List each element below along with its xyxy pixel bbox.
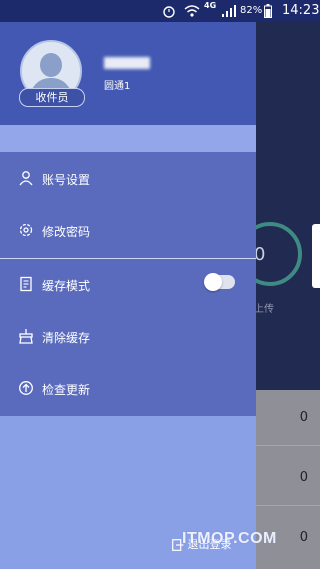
upload-label: 上传 (254, 304, 274, 315)
person-icon (19, 171, 33, 186)
drawer-menu: 账号设置 修改密码 缓存模式 清除缓存 检查更新 (0, 152, 256, 416)
menu-item-check-update[interactable]: 检查更新 (0, 362, 256, 414)
side-handle[interactable] (312, 224, 320, 288)
alarm-icon (163, 6, 175, 18)
menu-item-label: 检查更新 (42, 383, 91, 397)
count-value: 0 (299, 530, 308, 545)
menu-item-label: 清除缓存 (42, 331, 91, 345)
broom-icon (19, 329, 33, 344)
signal-icon (222, 5, 236, 17)
drawer-header: 收件员 圆通1 (0, 22, 256, 125)
battery-percent: 82% (240, 5, 263, 16)
menu-item-label: 账号设置 (42, 173, 91, 187)
wifi-icon (184, 5, 200, 17)
dashboard-panel: 0 上传 (238, 22, 320, 390)
clock: 14:23 (282, 3, 320, 18)
count-value: 0 (299, 410, 308, 425)
document-icon (20, 276, 32, 292)
main-content-background: 0 上传 0 0 0 (238, 22, 320, 569)
battery-icon (264, 4, 272, 18)
menu-item-account-settings[interactable]: 账号设置 (0, 152, 256, 204)
gear-icon (19, 223, 33, 237)
cache-mode-toggle[interactable] (204, 273, 235, 291)
count-value: 0 (299, 470, 308, 485)
up-arrow-circle-icon (19, 381, 33, 395)
user-description: 圆通1 (104, 81, 131, 92)
menu-item-change-password[interactable]: 修改密码 (0, 204, 256, 256)
row-divider (256, 445, 320, 446)
toggle-knob (204, 273, 222, 291)
watermark: ITMOP.COM (182, 530, 277, 547)
avatar-head (40, 53, 62, 77)
menu-item-label: 修改密码 (42, 225, 91, 239)
menu-item-cache-mode[interactable]: 缓存模式 (0, 258, 256, 310)
menu-item-label: 缓存模式 (42, 279, 91, 293)
row-divider (256, 505, 320, 506)
network-type: 4G (204, 1, 217, 10)
header-divider-strip (0, 125, 256, 152)
username-redacted (104, 57, 150, 69)
role-badge: 收件员 (19, 88, 85, 107)
menu-item-clear-cache[interactable]: 清除缓存 (0, 310, 256, 362)
navigation-drawer: 收件员 圆通1 账号设置 修改密码 缓存模式 清除缓存 检查更新 退出登录 (0, 22, 256, 569)
status-bar: 4G 82% 14:23 (0, 0, 320, 22)
